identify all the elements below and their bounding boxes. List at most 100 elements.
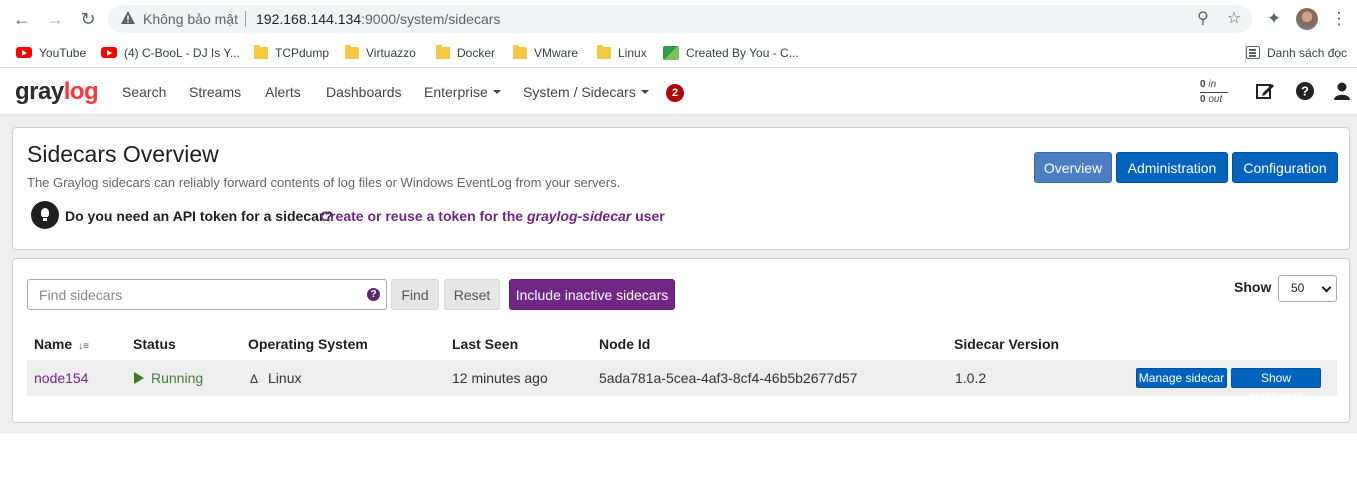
folder-icon (597, 44, 611, 59)
reading-list-label: Danh sách đọc (1267, 46, 1348, 60)
reading-list[interactable]: Danh sách đọc (1245, 43, 1347, 63)
table-row: node154 Running Δ Linux 12 minutes ago 5a… (27, 360, 1337, 403)
forward-icon[interactable]: → (45, 9, 65, 29)
column-node-id[interactable]: Node Id (599, 336, 650, 352)
column-os[interactable]: Operating System (248, 336, 368, 352)
throughput-out-label: out (1208, 94, 1223, 105)
page-size-select[interactable]: 50 (1278, 275, 1337, 302)
folder-icon (513, 44, 527, 59)
token-link-prefix: Create or reuse a token for the (320, 208, 524, 224)
sidecars-panel: ? Find Reset Include inactive sidecars S… (12, 258, 1350, 423)
browser-menu-icon[interactable]: ⋮ (1329, 9, 1349, 29)
last-seen-cell: 12 minutes ago (452, 370, 548, 386)
nav-system-label: System / Sidecars (523, 84, 636, 100)
column-version[interactable]: Sidecar Version (954, 336, 1059, 352)
chevron-down-icon (1321, 282, 1332, 293)
throughput-in-value: 0 (1200, 79, 1206, 90)
folder-icon (254, 44, 268, 59)
search-field-wrapper[interactable]: ? (27, 279, 387, 310)
caret-down-icon (640, 90, 649, 95)
bookmark-star-icon[interactable]: ☆ (1225, 10, 1243, 28)
reload-icon[interactable]: ↻ (78, 9, 98, 29)
os-cell: Δ Linux (250, 370, 301, 386)
sidecar-name-link[interactable]: node154 (34, 370, 89, 386)
token-link-suffix: user (635, 208, 665, 224)
search-input[interactable] (28, 280, 348, 309)
bookmark-virtuazzo[interactable]: Virtuazzo (345, 43, 416, 63)
column-last-seen[interactable]: Last Seen (452, 336, 518, 352)
nav-search[interactable]: Search (122, 84, 166, 100)
user-icon[interactable] (1332, 81, 1352, 101)
find-button[interactable]: Find (391, 279, 439, 310)
created-by-you-icon (663, 45, 679, 60)
nav-system[interactable]: System / Sidecars (523, 84, 649, 100)
token-link[interactable]: Create or reuse a token for the graylog-… (320, 208, 665, 224)
bookmark-label: Linux (618, 46, 647, 60)
bookmark-label: Created By You - C... (686, 46, 799, 60)
back-icon[interactable]: ← (12, 9, 32, 29)
column-status[interactable]: Status (133, 336, 176, 352)
bookmark-label: YouTube (39, 46, 87, 60)
help-icon[interactable]: ? (1295, 81, 1315, 101)
folder-icon (345, 44, 359, 59)
bookmark-label: VMware (534, 46, 579, 60)
graylog-navbar: graylog Search Streams Alerts Dashboards… (0, 69, 1357, 115)
bookmark-tcpdump[interactable]: TCPdump (254, 43, 329, 63)
warning-icon[interactable] (120, 10, 136, 26)
bookmark-vmware[interactable]: VMware (513, 43, 578, 63)
bookmark-label: (4) C-BooL - DJ Is Y... (124, 46, 240, 60)
address-bar[interactable]: Không bảo mật 192.168.144.134:9000/syste… (108, 5, 1252, 33)
nav-enterprise-label: Enterprise (424, 84, 488, 100)
overview-button[interactable]: Overview (1034, 152, 1112, 183)
reset-button[interactable]: Reset (444, 279, 500, 310)
nav-alerts[interactable]: Alerts (265, 84, 301, 100)
logo-gray-text: gray (15, 78, 64, 105)
caret-down-icon (492, 90, 501, 95)
profile-avatar[interactable] (1296, 8, 1318, 30)
url-text[interactable]: 192.168.144.134:9000/system/sidecars (256, 11, 500, 27)
throughput-in-label: in (1208, 79, 1217, 90)
page-title: Sidecars Overview (27, 141, 219, 167)
manage-sidecar-button[interactable]: Manage sidecar (1136, 368, 1227, 388)
bookmark-label: TCPdump (275, 46, 330, 60)
scratchpad-edit-icon[interactable] (1255, 81, 1275, 101)
extensions-icon[interactable]: ✦ (1264, 9, 1284, 29)
throughput-indicator[interactable]: 0 in 0 out (1200, 79, 1228, 106)
url-host: 192.168.144.134 (256, 11, 362, 27)
bookmark-youtube[interactable]: YouTube (16, 43, 86, 63)
configuration-button[interactable]: Configuration (1232, 152, 1338, 183)
browser-toolbar: ← → ↻ Không bảo mật 192.168.144.134:9000… (0, 0, 1357, 38)
bookmark-docker[interactable]: Docker (436, 43, 495, 63)
nav-enterprise[interactable]: Enterprise (424, 84, 501, 100)
page-content: Sidecars Overview The Graylog sidecars c… (0, 115, 1357, 433)
play-icon (134, 372, 144, 385)
nav-streams[interactable]: Streams (189, 84, 241, 100)
graylog-logo[interactable]: graylog (15, 78, 99, 106)
version-cell: 1.0.2 (955, 370, 987, 386)
column-name[interactable]: Name ↓≡ (34, 336, 89, 352)
linux-icon: Δ (250, 372, 259, 386)
bookmark-created-by-you[interactable]: Created By You - C... (663, 43, 799, 63)
zoom-icon[interactable]: ⚲ (1194, 10, 1212, 28)
bookmark-linux[interactable]: Linux (597, 43, 647, 63)
reading-list-icon (1246, 46, 1260, 60)
header-panel: Sidecars Overview The Graylog sidecars c… (12, 127, 1350, 250)
sort-icon[interactable]: ↓≡ (78, 341, 89, 352)
page-size-label: Show (1234, 279, 1272, 295)
bookmark-cbool[interactable]: (4) C-BooL - DJ Is Y... (101, 43, 240, 63)
status-cell: Running (134, 370, 203, 386)
omnibox-divider (245, 11, 246, 27)
youtube-icon (16, 47, 32, 59)
logo-red-text: log (63, 78, 99, 105)
nav-dashboards[interactable]: Dashboards (326, 84, 402, 100)
administration-button[interactable]: Administration (1116, 152, 1228, 183)
notification-badge[interactable]: 2 (666, 84, 684, 102)
show-messages-button[interactable]: Show messages (1231, 368, 1321, 403)
insecure-label[interactable]: Không bảo mật (143, 11, 238, 27)
svg-text:?: ? (1301, 84, 1309, 99)
throughput-divider (1200, 92, 1228, 93)
search-help-icon[interactable]: ? (367, 288, 380, 301)
page-description: The Graylog sidecars can reliably forwar… (27, 175, 621, 190)
url-path: :9000/system/sidecars (361, 11, 501, 27)
include-inactive-button[interactable]: Include inactive sidecars (509, 279, 675, 310)
